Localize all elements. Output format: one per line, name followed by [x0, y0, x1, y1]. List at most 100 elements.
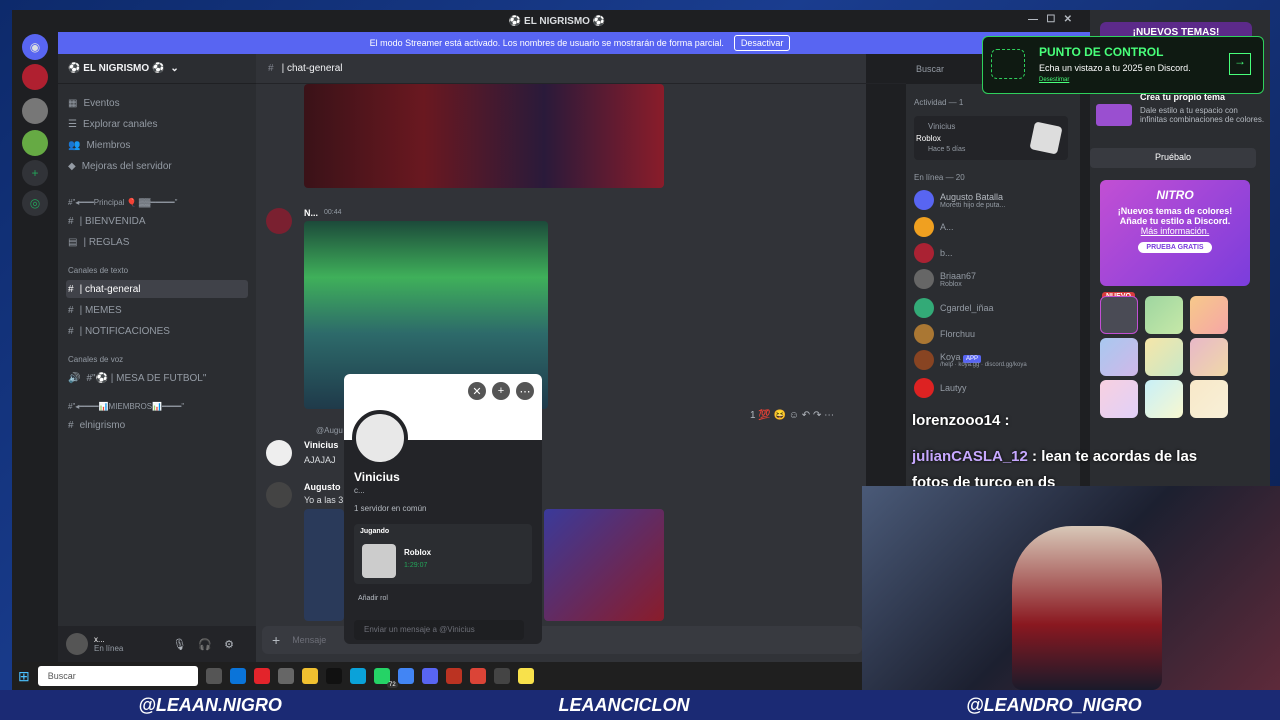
avatar[interactable]: [266, 482, 292, 508]
explore-icon[interactable]: ◎: [22, 190, 48, 216]
steam-icon[interactable]: [493, 668, 510, 684]
toast-text: Echa un vistazo a tu 2025 en Discord.: [1039, 63, 1191, 73]
sidebar-item-explorar[interactable]: ☰ Explorar canales: [66, 115, 248, 133]
avatar[interactable]: [266, 208, 292, 234]
user-name: x...: [94, 635, 105, 644]
category-texto[interactable]: Canales de texto: [68, 266, 128, 275]
channel-reglas[interactable]: ▤ | REGLAS: [66, 233, 248, 251]
try-button[interactable]: Pruébalo: [1090, 148, 1256, 168]
discord-home-icon[interactable]: ◉: [22, 34, 48, 60]
message-author[interactable]: Augusto: [304, 482, 341, 492]
checkpoint-toast[interactable]: PUNTO DE CONTROL Echa un vistazo a tu 20…: [982, 36, 1264, 94]
avatar[interactable]: [352, 410, 408, 466]
edge-icon[interactable]: [349, 668, 366, 684]
deactivate-button[interactable]: Desactivar: [733, 35, 791, 51]
member-item[interactable]: Lautyy: [914, 378, 967, 398]
windows-start-icon[interactable]: ⊞: [18, 668, 30, 685]
popup-actions[interactable]: ✕ + ⋯: [468, 382, 534, 400]
message-image-1[interactable]: [304, 84, 664, 188]
server-header[interactable]: ⚽ EL NIGRISMO ⚽ ⌄: [58, 54, 256, 84]
window-titlebar: ⚽ EL NIGRISMO ⚽ — ☐ ✕: [12, 10, 1102, 32]
server-icon-nigrismo[interactable]: [22, 64, 48, 90]
sidebar-item-mejoras[interactable]: ◆ Mejoras del servidor: [66, 157, 248, 175]
theme-swatch[interactable]: [1190, 338, 1228, 376]
member-item[interactable]: Koya APP/help · koya.gg · discord.gg/koy…: [914, 350, 1027, 370]
tiktok-icon[interactable]: [325, 668, 342, 684]
server-icon-2[interactable]: [22, 98, 48, 124]
sidebar-item-miembros[interactable]: 👥 Miembros: [66, 136, 248, 154]
message-image-3[interactable]: [304, 509, 344, 621]
chrome-profile-icon[interactable]: [469, 668, 486, 684]
message-image-4[interactable]: [544, 509, 664, 621]
channel-bienvenida[interactable]: # | BIENVENIDA: [66, 212, 248, 230]
message-author[interactable]: Vinicius: [304, 440, 338, 450]
theme-swatch[interactable]: [1145, 338, 1183, 376]
theme-swatch[interactable]: [1190, 380, 1228, 418]
theme-swatch[interactable]: [1100, 380, 1138, 418]
block-icon[interactable]: ✕: [468, 382, 486, 400]
free-trial-button[interactable]: PRUEBA GRATIS: [1138, 242, 1212, 253]
copilot-icon[interactable]: [229, 668, 246, 684]
window-controls[interactable]: — ☐ ✕: [1028, 14, 1072, 25]
message-time: 00:44: [324, 209, 342, 216]
task-view-icon[interactable]: [205, 668, 222, 684]
roblox-icon: [362, 544, 396, 578]
sidebar-item-eventos[interactable]: ▦ Eventos: [66, 94, 248, 112]
channel-chat-general[interactable]: # | chat-general: [66, 280, 248, 298]
dismiss-link[interactable]: Desestimar: [1039, 77, 1069, 83]
activity-card[interactable]: Vinicius Roblox Hace 5 días: [914, 116, 1068, 160]
notes-icon[interactable]: [517, 668, 534, 684]
channel-mesa-futbol[interactable]: 🔊 #"⚽ | MESA DE FUTBOL": [66, 369, 248, 387]
obs-icon[interactable]: [445, 668, 462, 684]
channel-notificaciones[interactable]: # | NOTIFICACIONES: [66, 322, 248, 340]
boost-icon: ◆: [68, 160, 76, 172]
whatsapp-icon[interactable]: 72: [373, 668, 398, 688]
server-icon-3[interactable]: [22, 130, 48, 156]
add-friend-icon[interactable]: +: [492, 382, 510, 400]
add-role[interactable]: Añadir rol: [358, 595, 388, 602]
opera-icon[interactable]: [253, 668, 270, 684]
stream-chat-user: lorenzooo14 :: [912, 412, 1010, 429]
windows-taskbar: ⊞ Buscar 72: [12, 662, 862, 690]
members-icon: 👥: [68, 139, 81, 151]
theme-swatch[interactable]: [1100, 338, 1138, 376]
theme-swatch[interactable]: [1100, 296, 1138, 334]
theme-swatch[interactable]: [1145, 380, 1183, 418]
category-principal[interactable]: #"◂━━━Principal 🎈 ▓▓━━━━━": [68, 198, 177, 207]
member-item[interactable]: Briaan67 Roblox: [914, 269, 976, 289]
member-item[interactable]: b...: [914, 243, 953, 263]
mutual-servers[interactable]: 1 servidor en común: [354, 504, 426, 513]
app-icon[interactable]: [277, 668, 294, 684]
more-icon[interactable]: ⋯: [516, 382, 534, 400]
member-item[interactable]: Cgardel_iñaa: [914, 298, 994, 318]
channel-memes[interactable]: # | MEMES: [66, 301, 248, 319]
message-actions[interactable]: 1 💯 😆 ☺ ↶ ↷ ⋯: [750, 410, 834, 421]
theme-swatch[interactable]: [1190, 296, 1228, 334]
category-miembros[interactable]: #"◂━━━━📊MIEMBROS📊━━━━": [68, 402, 184, 411]
chrome-icon[interactable]: [397, 668, 414, 684]
avatar[interactable]: [66, 633, 88, 655]
user-controls[interactable]: 🎙🎧⚙: [172, 638, 246, 651]
reply-mention[interactable]: @Augu: [316, 426, 343, 435]
folder-icon[interactable]: [301, 668, 318, 684]
channel-elnigrismo[interactable]: # elnigrismo: [66, 416, 248, 434]
kick-handle: LEAANCICLON: [558, 694, 690, 715]
discord-icon[interactable]: [421, 668, 438, 684]
add-attachment-icon[interactable]: +: [272, 632, 280, 648]
search-input[interactable]: Buscar: [910, 60, 988, 78]
taskbar-search[interactable]: Buscar: [37, 666, 198, 686]
message-author[interactable]: N...: [304, 208, 318, 218]
server-name: ⚽ EL NIGRISMO ⚽: [68, 63, 165, 74]
roblox-icon: [1029, 121, 1063, 155]
theme-swatch[interactable]: [1145, 296, 1183, 334]
member-item[interactable]: Augusto Batalla Moretti hijo de puta...: [914, 190, 1005, 210]
composer-placeholder: Mensaje: [292, 635, 327, 645]
category-voz[interactable]: Canales de voz: [68, 355, 123, 364]
arrow-right-icon[interactable]: →: [1229, 53, 1251, 75]
add-server-icon[interactable]: +: [22, 160, 48, 186]
avatar[interactable]: [266, 440, 292, 466]
nitro-link[interactable]: Más información.: [1100, 226, 1250, 236]
member-item[interactable]: Florchuu: [914, 324, 975, 344]
dm-input[interactable]: Enviar un mensaje a @Vinicius: [354, 620, 524, 640]
member-item[interactable]: A...: [914, 217, 954, 237]
